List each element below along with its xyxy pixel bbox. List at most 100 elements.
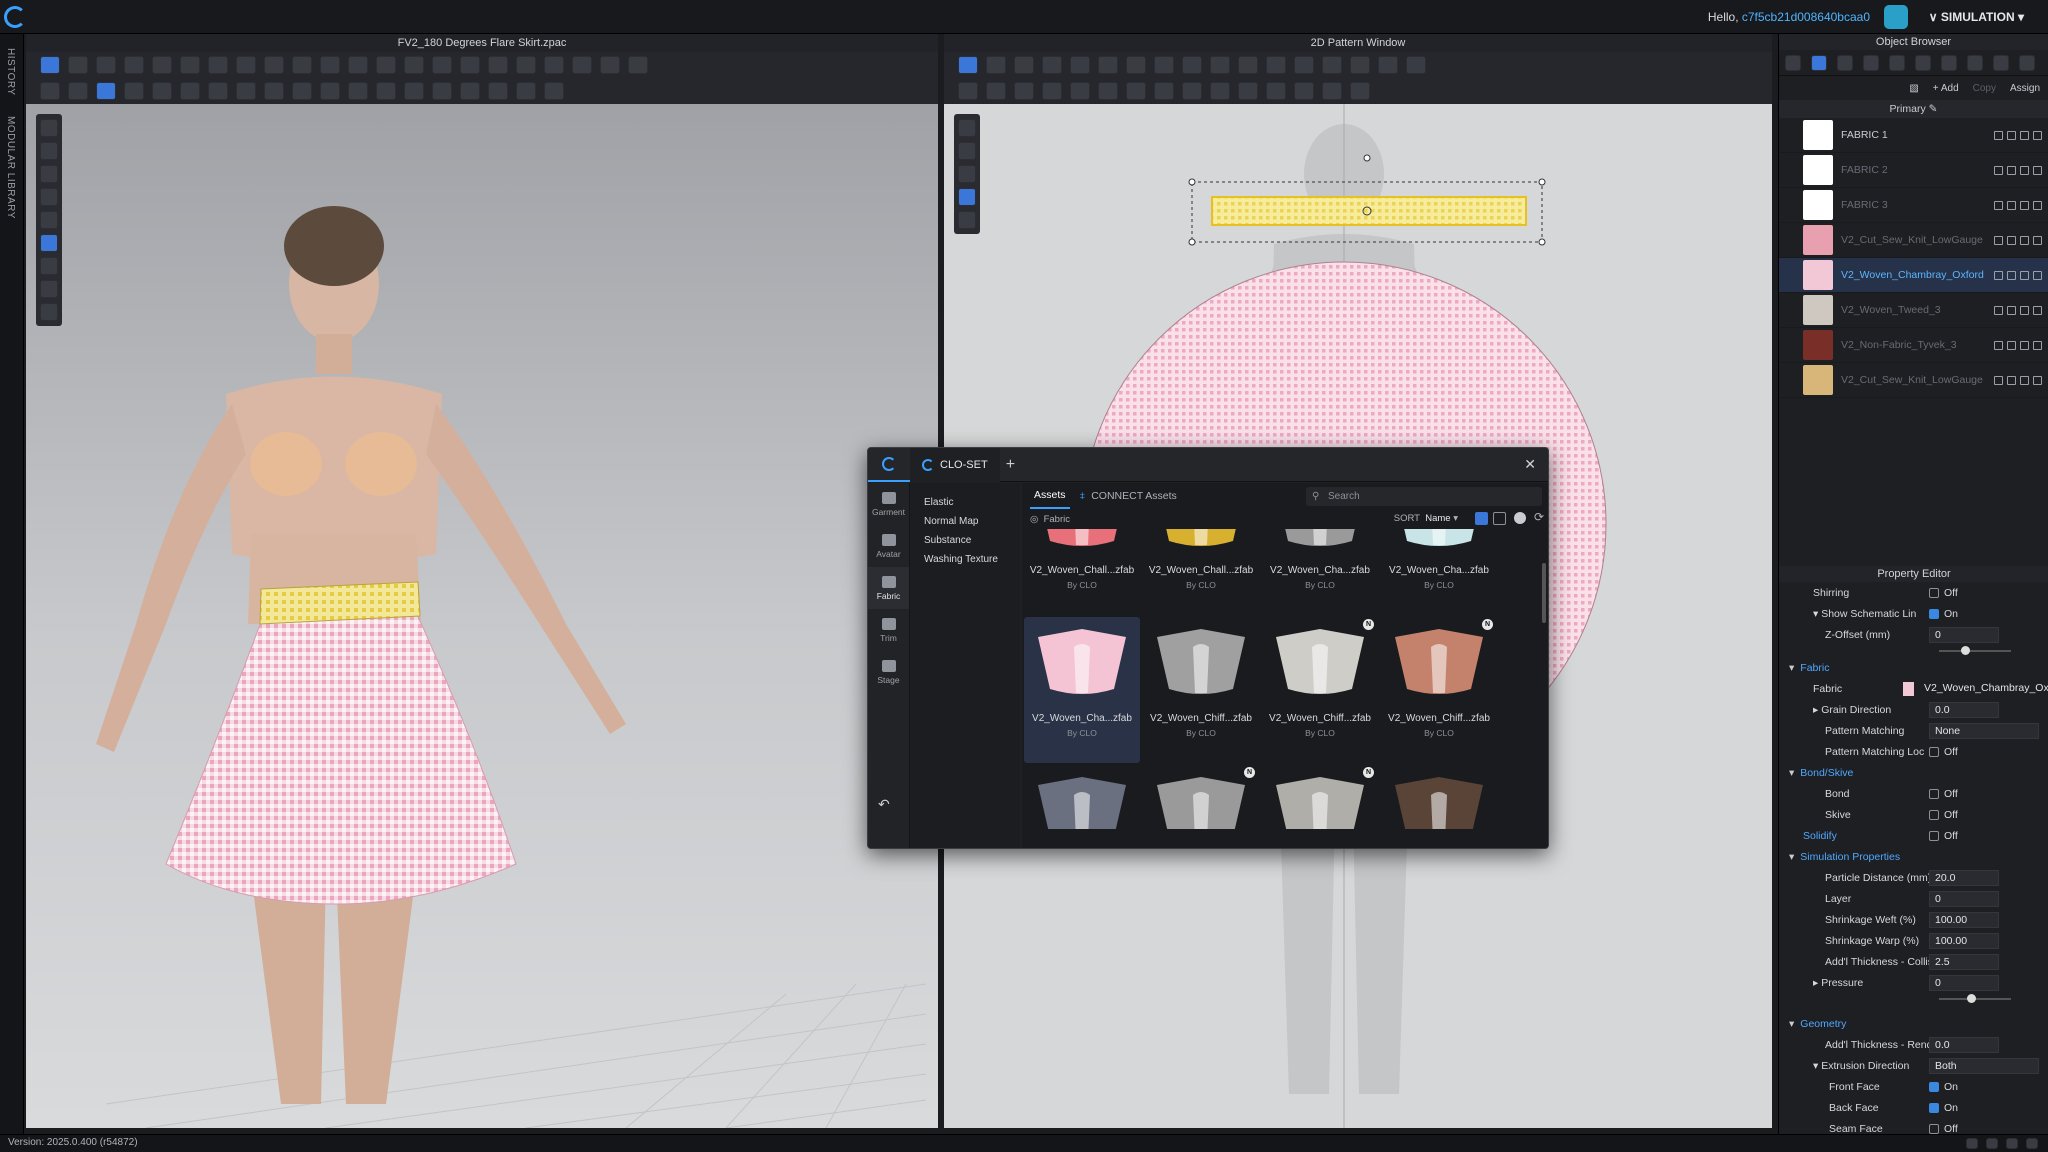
waistband-pattern[interactable] bbox=[1211, 196, 1527, 226]
skive-toggle[interactable]: Off bbox=[1929, 809, 1958, 821]
delete-icon[interactable] bbox=[2033, 200, 2042, 210]
solidify-toggle[interactable]: Off bbox=[1929, 830, 1958, 842]
fold-arrange-icon[interactable] bbox=[572, 56, 592, 74]
save-icon[interactable] bbox=[2020, 130, 2029, 140]
fabric-row[interactable]: FABRIC 1 bbox=[1779, 118, 2048, 153]
copy-icon[interactable] bbox=[1994, 130, 2003, 140]
back-arrow-icon[interactable]: ↶ bbox=[878, 796, 890, 813]
smart-icon[interactable] bbox=[404, 82, 424, 100]
assign-icon[interactable] bbox=[2007, 165, 2016, 175]
modular-library-tab[interactable]: MODULAR LIBRARY bbox=[5, 116, 16, 219]
layout-1-icon[interactable] bbox=[1966, 1138, 1978, 1149]
pattern-matching-lock-toggle[interactable]: Off bbox=[1929, 746, 1958, 758]
assign-fabric-button[interactable]: Assign bbox=[2010, 83, 2040, 94]
category-item[interactable]: Elastic bbox=[910, 493, 1020, 512]
flare-skirt-3d[interactable] bbox=[165, 581, 517, 905]
assign-icon[interactable] bbox=[2007, 270, 2016, 280]
simulation-mode-button[interactable]: ∨ SIMULATION ▾ bbox=[1929, 10, 2024, 24]
category-item[interactable]: Normal Map bbox=[910, 512, 1020, 531]
pattern-icon[interactable] bbox=[432, 82, 452, 100]
globe-icon[interactable] bbox=[320, 82, 340, 100]
delete-icon[interactable] bbox=[2033, 130, 2042, 140]
grid-tab-icon[interactable] bbox=[1837, 54, 1853, 71]
puckering-2d-icon[interactable] bbox=[1126, 82, 1146, 100]
fold-tool-icon[interactable] bbox=[124, 56, 144, 74]
assistant-icon[interactable] bbox=[1884, 5, 1908, 29]
free-sew-icon[interactable] bbox=[986, 82, 1006, 100]
particle-distance-input[interactable]: 20.0 bbox=[1929, 869, 1999, 886]
fabric-asset-tile[interactable]: V2_Woven_Cha...zfab By CLO bbox=[1024, 617, 1140, 763]
fabric-row[interactable]: V2_Non-Fabric_Tyvek_3 bbox=[1779, 328, 2048, 363]
grid-view-icon[interactable] bbox=[1475, 512, 1488, 525]
delete-icon[interactable] bbox=[2033, 165, 2042, 175]
mesh-icon[interactable] bbox=[460, 82, 480, 100]
geometry-section-header[interactable]: ▾ Geometry bbox=[1779, 1013, 2048, 1034]
measure-2d-icon[interactable] bbox=[1406, 56, 1426, 74]
refresh-icon[interactable]: ⟳ bbox=[1534, 510, 1544, 524]
polygon-icon[interactable] bbox=[1098, 56, 1118, 74]
sewing-tool-icon[interactable] bbox=[180, 56, 200, 74]
shirring-toggle[interactable]: Off bbox=[1929, 587, 1958, 599]
texture-tool-icon[interactable] bbox=[460, 56, 480, 74]
z-offset-slider[interactable] bbox=[1939, 645, 2011, 657]
fabric-asset-tile[interactable]: N bbox=[1262, 765, 1378, 829]
sim-pin-icon[interactable] bbox=[124, 82, 144, 100]
ruler-icon[interactable] bbox=[1378, 56, 1398, 74]
assign-icon[interactable] bbox=[2007, 340, 2016, 350]
internal-shape-icon[interactable] bbox=[1126, 56, 1146, 74]
trace-icon[interactable] bbox=[1322, 82, 1342, 100]
transform-pattern-icon[interactable] bbox=[958, 56, 978, 74]
shirt-tool-icon[interactable] bbox=[404, 56, 424, 74]
pleats-icon[interactable] bbox=[1294, 82, 1314, 100]
copy-icon[interactable] bbox=[1994, 340, 2003, 350]
sim-shirt-icon[interactable] bbox=[96, 82, 116, 100]
grid-icon[interactable] bbox=[1350, 82, 1370, 100]
stitch-icon[interactable] bbox=[348, 82, 368, 100]
clo-set-tab[interactable]: CLO-SET bbox=[910, 448, 1000, 482]
plus-tool-icon[interactable] bbox=[544, 82, 564, 100]
fabric-asset-tile[interactable]: V2_Woven_Chall...zfab By CLO bbox=[1024, 529, 1140, 615]
fabric-asset-tile[interactable]: V2_Woven_Cha...zfab By CLO bbox=[1262, 529, 1378, 615]
fabric-row[interactable]: V2_Woven_Tweed_3 bbox=[1779, 293, 2048, 328]
garment-view-icon[interactable] bbox=[958, 211, 976, 229]
back-face-toggle[interactable]: On bbox=[1929, 1102, 1958, 1114]
bond-skive-section-header[interactable]: ▾ Bond/Skive bbox=[1779, 762, 2048, 783]
assign-icon[interactable] bbox=[2007, 235, 2016, 245]
pattern-2d-icon[interactable] bbox=[1182, 82, 1202, 100]
nav-garment[interactable]: Garment bbox=[868, 483, 909, 525]
delete-icon[interactable] bbox=[2033, 305, 2042, 315]
notch-icon[interactable] bbox=[1210, 56, 1230, 74]
pressure-slider[interactable] bbox=[1939, 993, 2011, 1005]
annotation-icon[interactable] bbox=[1350, 56, 1370, 74]
pressure-input[interactable]: 0 bbox=[1929, 974, 1999, 991]
panel-icon[interactable] bbox=[488, 82, 508, 100]
copy-fabric-button[interactable]: Copy bbox=[1973, 83, 1996, 94]
cut-icon[interactable] bbox=[180, 82, 200, 100]
camera-tab-icon[interactable] bbox=[1993, 54, 2009, 71]
history-tab[interactable]: HISTORY bbox=[5, 48, 16, 96]
assign-icon[interactable] bbox=[2007, 130, 2016, 140]
assign-icon[interactable] bbox=[2007, 305, 2016, 315]
grading-icon[interactable] bbox=[1238, 82, 1258, 100]
text-style-icon[interactable] bbox=[1322, 56, 1342, 74]
fabric-row[interactable]: V2_Cut_Sew_Knit_LowGauge bbox=[1779, 363, 2048, 398]
asset-scrollbar[interactable] bbox=[1542, 563, 1546, 623]
copy-icon[interactable] bbox=[1994, 235, 2003, 245]
measure-tool-icon[interactable] bbox=[264, 56, 284, 74]
nav-stage[interactable]: Stage bbox=[868, 651, 909, 693]
cut-line-icon[interactable] bbox=[1154, 56, 1174, 74]
copy-icon[interactable] bbox=[1994, 375, 2003, 385]
new-tab-plus-icon[interactable]: + bbox=[1006, 456, 1015, 474]
shrinkage-warp-input[interactable]: 100.00 bbox=[1929, 932, 1999, 949]
user-id[interactable]: c7f5cb21d008640bcaa0 bbox=[1742, 10, 1870, 24]
pattern-matching-dropdown[interactable]: None bbox=[1929, 722, 2039, 739]
sync-icon[interactable] bbox=[2026, 1138, 2038, 1149]
fabric-tab-icon[interactable] bbox=[1811, 54, 1827, 71]
save-icon[interactable] bbox=[2020, 165, 2029, 175]
assign-icon[interactable] bbox=[2007, 375, 2016, 385]
seam-face-toggle[interactable]: Off bbox=[1929, 1123, 1958, 1135]
graphic-tool-icon[interactable] bbox=[600, 56, 620, 74]
delete-icon[interactable] bbox=[2033, 375, 2042, 385]
fabric-row[interactable]: FABRIC 3 bbox=[1779, 188, 2048, 223]
tack-tool-icon[interactable] bbox=[208, 56, 228, 74]
